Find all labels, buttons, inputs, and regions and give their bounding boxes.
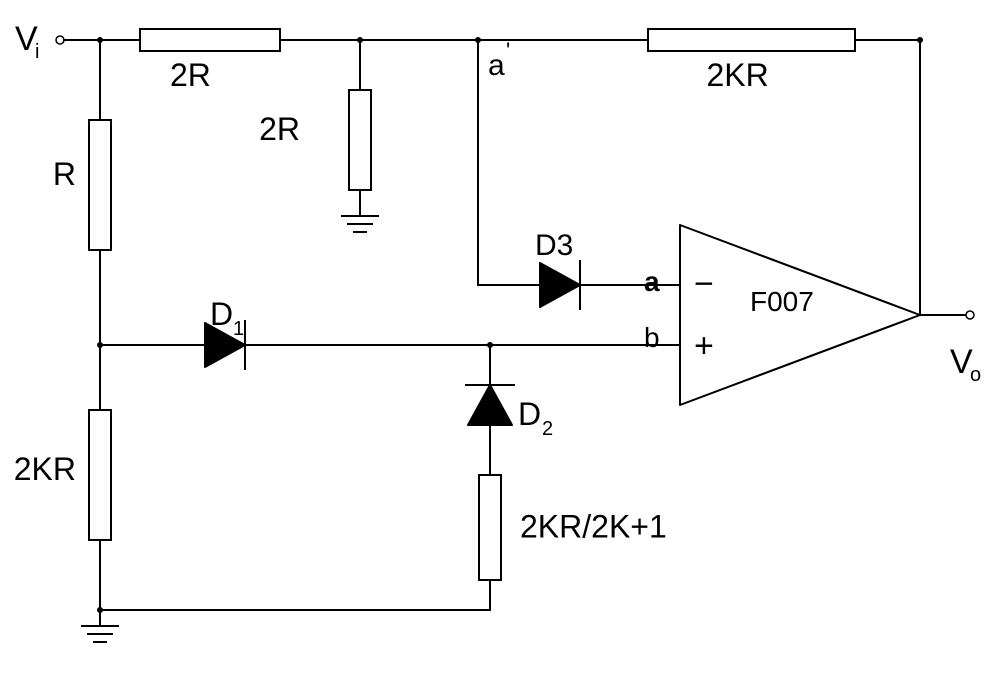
svg-text:i: i: [35, 41, 39, 63]
svg-text:2KR/2K+1: 2KR/2K+1: [520, 509, 667, 545]
svg-text:D: D: [518, 396, 541, 432]
svg-text:R: R: [53, 156, 76, 192]
circuit-schematic: Vi2Ra'2KRVo2RR2KRD1D22KR/2K+1D3ab−+F007: [0, 0, 1000, 695]
svg-text:': ': [506, 38, 510, 63]
svg-text:2KR: 2KR: [14, 451, 76, 487]
svg-text:D3: D3: [535, 229, 573, 262]
svg-text:2: 2: [542, 418, 553, 440]
svg-text:b: b: [644, 322, 660, 353]
svg-text:1: 1: [233, 318, 244, 340]
svg-text:a: a: [488, 49, 505, 82]
svg-text:o: o: [970, 364, 981, 386]
svg-text:2R: 2R: [259, 111, 300, 147]
svg-text:D: D: [210, 296, 233, 332]
schematic-root: Vi2Ra'2KRVo2RR2KRD1D22KR/2K+1D3ab−+F007: [14, 20, 981, 642]
svg-text:+: +: [694, 327, 714, 365]
svg-text:F007: F007: [750, 286, 814, 317]
svg-text:2R: 2R: [170, 57, 211, 93]
svg-text:2KR: 2KR: [707, 57, 769, 93]
svg-text:a: a: [644, 266, 660, 297]
svg-text:−: −: [694, 265, 714, 303]
